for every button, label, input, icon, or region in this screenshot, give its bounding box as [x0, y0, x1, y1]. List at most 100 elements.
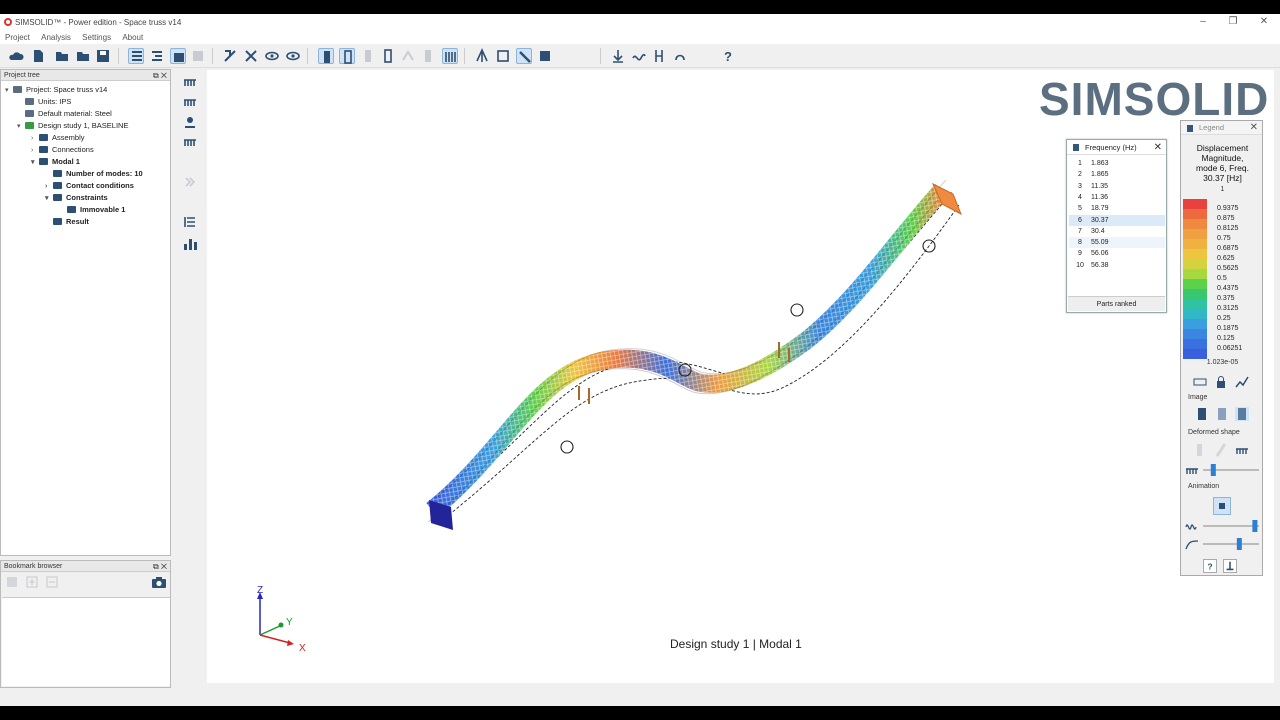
menu-settings[interactable]: Settings — [82, 31, 111, 44]
menu-about[interactable]: About — [122, 31, 143, 44]
show-icon[interactable] — [285, 48, 301, 64]
archive-icon[interactable] — [170, 48, 186, 64]
new-project-icon[interactable] — [30, 48, 46, 64]
minimize-button[interactable]: – — [1196, 16, 1210, 28]
frequency-row[interactable]: 8 55.09 — [1069, 237, 1165, 249]
tree-expand-icon[interactable]: ▾ — [45, 193, 53, 204]
measure-icon[interactable] — [495, 48, 511, 64]
slider-thumb[interactable] — [1252, 520, 1258, 532]
menu-analysis[interactable]: Analysis — [41, 31, 71, 44]
tree-view-icon[interactable] — [149, 48, 165, 64]
constraint-tool-icon[interactable] — [182, 74, 198, 90]
help-icon[interactable]: ? — [720, 48, 736, 64]
cloud-icon[interactable] — [8, 48, 24, 64]
frequency-row[interactable]: 1 1.863 — [1069, 158, 1165, 169]
collapse-arrow-icon[interactable] — [182, 174, 198, 190]
camera-icon[interactable] — [151, 575, 167, 591]
image-contour-icon[interactable] — [1235, 407, 1249, 421]
pressure-icon[interactable] — [631, 48, 647, 64]
tree-expand-icon[interactable]: › — [31, 133, 39, 144]
mesh-view-icon[interactable] — [442, 48, 458, 64]
save-icon[interactable] — [95, 48, 111, 64]
frequency-row[interactable]: 6 30.37 — [1069, 214, 1165, 226]
bookmark-remove-icon[interactable] — [45, 575, 59, 591]
disabled-tool-icon[interactable] — [190, 48, 206, 64]
frequency-row[interactable]: 3 11.35 — [1069, 181, 1165, 192]
probe-icon[interactable] — [516, 48, 532, 64]
image-gradient-icon[interactable] — [1215, 407, 1229, 421]
tree-row[interactable]: Result — [45, 216, 89, 227]
deform-scale-slider[interactable] — [1201, 463, 1261, 477]
ruler-icon[interactable] — [1193, 375, 1207, 389]
hide-icon[interactable] — [264, 48, 280, 64]
probe-chart-icon[interactable] — [1235, 375, 1249, 389]
tree-expand-icon[interactable]: ▾ — [17, 121, 25, 132]
tree-row[interactable]: Units: IPS — [17, 96, 71, 107]
tree-row[interactable]: ▾ Constraints — [45, 192, 108, 203]
slider-thumb[interactable] — [1236, 538, 1242, 550]
open-folder-icon[interactable] — [54, 48, 70, 64]
animation-amplitude-slider[interactable] — [1201, 537, 1261, 551]
tree-expand-icon[interactable]: › — [45, 181, 53, 192]
view-outline-icon[interactable] — [339, 48, 355, 64]
tree-row[interactable]: Immovable 1 — [59, 204, 125, 215]
frequency-row[interactable]: 4 11.36 — [1069, 192, 1165, 203]
deform-overlay-icon[interactable] — [1214, 443, 1228, 457]
section-icon[interactable] — [222, 48, 238, 64]
tree-row[interactable]: ▾ Design study 1, BASELINE — [17, 120, 128, 131]
frequency-row[interactable]: 5 18.79 — [1069, 203, 1165, 214]
view-mode-disabled-icon[interactable] — [400, 48, 416, 64]
frequency-row[interactable]: 10 56.38 — [1069, 260, 1165, 271]
tree-expand-icon[interactable]: › — [31, 145, 39, 156]
tree-row[interactable]: › Assembly — [31, 132, 85, 143]
image-solid-icon[interactable] — [1195, 407, 1209, 421]
menu-project[interactable]: Project — [5, 31, 30, 44]
view-parts-icon[interactable] — [380, 48, 396, 64]
result-list-icon[interactable] — [182, 214, 198, 230]
3d-viewport[interactable]: SIMSOLID Frequency (Hz) ✕ 1 1.863 2 1.86… — [207, 70, 1274, 683]
slider-thumb[interactable] — [1210, 464, 1216, 476]
tree-row[interactable]: ▾ Modal 1 — [31, 156, 80, 167]
tree-expand-icon[interactable]: ▾ — [31, 157, 39, 168]
datum-icon[interactable] — [474, 48, 490, 64]
panel-float-close-icon[interactable]: ⧉ ✕ — [153, 561, 167, 572]
tree-row[interactable]: Default material: Steel — [17, 108, 112, 119]
cut-icon[interactable] — [243, 48, 259, 64]
gravity-icon[interactable] — [672, 48, 688, 64]
deform-mesh-icon[interactable] — [1235, 443, 1249, 457]
close-icon[interactable]: ✕ — [1154, 140, 1162, 155]
report-icon[interactable] — [537, 48, 553, 64]
view-solid-icon[interactable] — [318, 48, 334, 64]
parts-ranked-button[interactable]: Parts ranked — [1068, 296, 1165, 311]
moment-icon[interactable] — [651, 48, 667, 64]
hinge-tool-icon[interactable] — [182, 94, 198, 110]
tree-row[interactable]: ▾ Project: Space truss v14 — [5, 84, 107, 95]
close-icon[interactable]: ✕ — [1250, 121, 1258, 135]
fixed-support-icon[interactable] — [182, 134, 198, 150]
support-tool-icon[interactable] — [182, 114, 198, 130]
frequency-row[interactable]: 7 30.4 — [1069, 226, 1165, 237]
legend-help-icon[interactable]: ? — [1203, 559, 1217, 573]
lock-icon[interactable] — [1214, 375, 1228, 389]
open-recent-icon[interactable] — [75, 48, 91, 64]
list-view-icon[interactable] — [128, 48, 144, 64]
tree-row[interactable]: › Contact conditions — [45, 180, 134, 191]
bookmark-add-icon[interactable] — [25, 575, 39, 591]
stop-animation-button[interactable] — [1213, 497, 1231, 515]
force-icon[interactable] — [610, 48, 626, 64]
animation-speed-slider[interactable] — [1201, 519, 1261, 533]
tree-row[interactable]: Number of modes: 10 — [45, 168, 143, 179]
bookmark-copy-icon[interactable] — [5, 575, 19, 591]
tree-row[interactable]: › Connections — [31, 144, 94, 155]
deform-off-icon[interactable] — [1193, 443, 1207, 457]
maximize-button[interactable]: ❐ — [1226, 16, 1240, 28]
view-edges-disabled-icon[interactable] — [420, 48, 436, 64]
bar-chart-icon[interactable] — [182, 236, 198, 252]
tree-expand-icon[interactable]: ▾ — [5, 85, 13, 96]
panel-float-close-icon[interactable]: ⧉ ✕ — [153, 70, 167, 81]
frequency-row[interactable]: 9 56.06 — [1069, 248, 1165, 259]
close-window-button[interactable]: ✕ — [1257, 16, 1271, 28]
legend-pin-icon[interactable] — [1223, 559, 1237, 573]
frequency-row[interactable]: 2 1.865 — [1069, 169, 1165, 180]
view-mode-icon[interactable] — [360, 48, 376, 64]
